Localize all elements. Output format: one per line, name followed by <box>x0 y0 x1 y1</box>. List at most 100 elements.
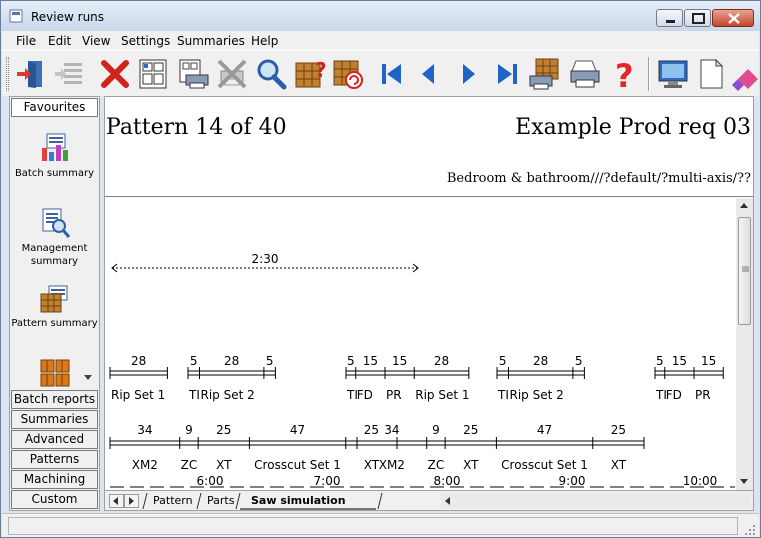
segment-label: XT <box>463 458 479 472</box>
help-icon[interactable]: ? <box>607 57 641 91</box>
search-icon[interactable] <box>254 57 288 91</box>
segment-label: ZC <box>181 458 198 472</box>
hscroll-left-icon[interactable] <box>445 497 451 506</box>
minimize-button[interactable] <box>656 9 683 27</box>
tab-scroll-left-button[interactable] <box>109 494 124 508</box>
scroll-down-icon[interactable] <box>740 479 749 485</box>
maximize-button[interactable] <box>684 9 711 27</box>
segment-label: Rip Set 2 <box>201 388 255 402</box>
previous-icon[interactable] <box>412 57 446 91</box>
next-icon[interactable] <box>451 57 485 91</box>
segment-label: ZC <box>428 458 445 472</box>
sidebar-header-favourites[interactable]: Favourites <box>11 98 98 117</box>
menu-help[interactable]: Help <box>251 34 278 48</box>
menu-file[interactable]: File <box>16 34 36 48</box>
toolbar-separator <box>648 57 650 91</box>
saw-simulation-canvas[interactable]: 2:30 28 Rip Set 1 5 TI 28 Rip Set 2 5 5 TI 15 FD 15 P… <box>105 198 735 489</box>
time-label: 10:00 <box>683 474 718 488</box>
close-button[interactable] <box>712 9 754 27</box>
pattern-summary-icon[interactable] <box>39 284 71 316</box>
segment-value: 34 <box>384 423 399 437</box>
vertical-scroll-thumb[interactable] <box>738 217 751 325</box>
minimize-icon <box>666 20 675 23</box>
eraser-icon[interactable] <box>730 57 761 91</box>
segment-label: Crosscut Set 1 <box>501 458 588 472</box>
menu-edit[interactable]: Edit <box>48 34 71 48</box>
menu-settings[interactable]: Settings <box>121 34 170 48</box>
segment-value: 28 <box>533 354 548 368</box>
segment-value: 28 <box>224 354 239 368</box>
segment-value: 5 <box>499 354 507 368</box>
segment-label: XM2 <box>379 458 405 472</box>
segment-value: 5 <box>266 354 274 368</box>
toolbar-grip[interactable] <box>6 57 9 91</box>
monitor-icon[interactable] <box>656 57 690 91</box>
segment-value: 5 <box>656 354 664 368</box>
review-runs-window: Review runs File Edit View Settings Summ… <box>0 0 761 538</box>
sidebar-item-batch-summary[interactable]: Batch summary <box>10 167 99 180</box>
list-icon[interactable] <box>52 57 86 91</box>
segment-value: 9 <box>185 423 193 437</box>
segment-label: TI <box>497 388 509 402</box>
sidebar-tab-advanced[interactable]: Advanced <box>11 430 98 449</box>
blank-page-icon[interactable] <box>694 57 728 91</box>
first-icon[interactable] <box>375 57 409 91</box>
sidebar-scroll-down-icon[interactable] <box>83 373 93 381</box>
sidebar-tab-custom[interactable]: Custom <box>11 490 98 509</box>
segment-label: TI <box>188 388 200 402</box>
close-icon <box>728 13 740 24</box>
menu-view[interactable]: View <box>82 34 110 48</box>
tab-saw-simulation[interactable]: Saw simulation <box>251 493 346 509</box>
segment-value: 28 <box>131 354 146 368</box>
horizontal-scrollbar[interactable] <box>441 493 751 509</box>
sidebar-item-management-summary[interactable]: Management summary <box>10 242 99 268</box>
tab-scroll-right-button[interactable] <box>124 494 139 508</box>
sidebar-tab-patterns[interactable]: Patterns <box>11 450 98 469</box>
grid-question-icon[interactable]: ? <box>294 57 328 91</box>
segment-value: 25 <box>364 423 379 437</box>
time-label: 8:00 <box>434 474 461 488</box>
scroll-up-icon[interactable] <box>740 203 749 209</box>
grid-refresh-icon[interactable] <box>332 57 366 91</box>
management-summary-icon[interactable] <box>39 207 71 239</box>
open-door-icon[interactable] <box>14 57 48 91</box>
batch-summary-icon[interactable] <box>39 132 71 164</box>
print-preview-icon[interactable] <box>528 57 562 91</box>
segment-value: 25 <box>611 423 626 437</box>
cancel-print-icon[interactable] <box>215 57 249 91</box>
segment-value: 5 <box>347 354 355 368</box>
scale-label: 2:30 <box>252 252 279 266</box>
pattern-header: Pattern 14 of 40 Example Prod req 03 Bed… <box>105 97 753 197</box>
delete-x-icon[interactable] <box>98 57 132 91</box>
segment-label: Crosscut Set 1 <box>254 458 341 472</box>
sidebar-tab-summaries[interactable]: Summaries <box>11 410 98 429</box>
last-icon[interactable] <box>490 57 524 91</box>
segment-value: 9 <box>432 423 440 437</box>
sidebar-item-pattern-summary[interactable]: Pattern summary <box>10 317 99 330</box>
segment-label: PR <box>386 388 402 402</box>
boxes-icon[interactable] <box>39 356 71 388</box>
segment-label: PR <box>695 388 711 402</box>
resize-grip-icon[interactable] <box>744 524 756 536</box>
main-panel: Pattern 14 of 40 Example Prod req 03 Bed… <box>104 96 754 511</box>
sidebar-tab-machining[interactable]: Machining <box>11 470 98 489</box>
pattern-title: Pattern 14 of 40 <box>106 115 287 140</box>
tab-parts[interactable]: Parts <box>207 493 234 509</box>
pattern-print-icon[interactable] <box>176 57 210 91</box>
segment-value: 28 <box>434 354 449 368</box>
time-label: 6:00 <box>197 474 224 488</box>
printer-icon[interactable] <box>568 57 602 91</box>
production-request-title: Example Prod req 03 <box>515 115 751 140</box>
tab-pattern[interactable]: Pattern <box>153 493 193 509</box>
pattern-grid-icon[interactable] <box>136 57 170 91</box>
sidebar-tab-batch-reports[interactable]: Batch reports <box>11 390 98 409</box>
segment-label: XT <box>611 458 627 472</box>
pattern-subtitle: Bedroom & bathroom///?default/?multi-axi… <box>446 171 751 186</box>
svg-text:?: ? <box>315 58 327 82</box>
menu-summaries[interactable]: Summaries <box>177 34 245 48</box>
time-label: 9:00 <box>559 474 586 488</box>
segment-label: Rip Set 1 <box>415 388 469 402</box>
segment-label: XM2 <box>132 458 158 472</box>
vertical-scrollbar[interactable] <box>736 198 753 490</box>
time-label: 7:00 <box>314 474 341 488</box>
